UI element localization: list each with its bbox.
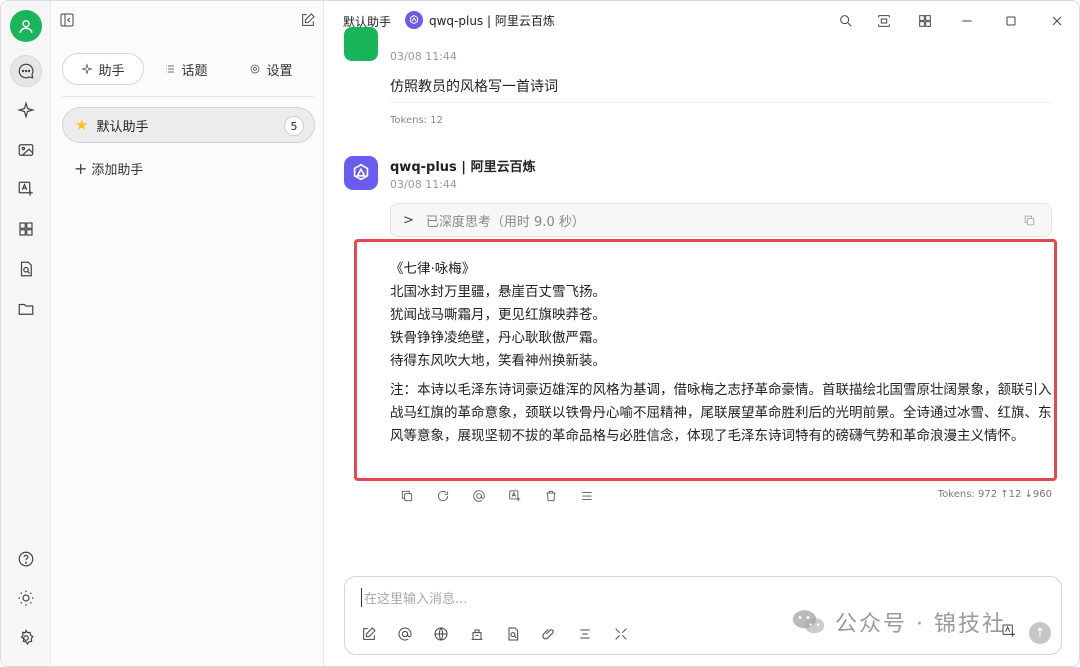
minimize-icon[interactable] [958,12,976,30]
sidebar-item-default-assistant[interactable]: ★ 默认助手 5 [62,107,315,143]
left-rail [1,1,51,666]
user-message-time: 03/08 11:44 [390,50,457,63]
gear-icon [251,64,260,74]
poem-block: 《七律·咏梅》 北国冰封万里疆，悬崖百丈雪飞扬。 犹闻战马嘶霜月，更见红旗映莽苍… [390,258,1050,373]
topic-count-badge: 5 [284,116,304,136]
collapse-sidebar-icon[interactable] [59,12,77,30]
file-search-icon[interactable] [503,624,522,643]
tab-label: 话题 [181,63,208,79]
message-input[interactable]: 在这里输入消息... [361,588,467,607]
new-chat-icon[interactable] [300,12,318,30]
send-button[interactable]: ↑ [1029,622,1051,644]
user-avatar[interactable] [10,10,42,42]
star-icon: ★ [75,116,89,134]
translate-icon[interactable] [10,173,42,205]
model-logo-icon [353,163,369,181]
copy-icon[interactable] [1023,214,1037,228]
tab-label: 设置 [266,63,293,79]
thinking-label: 已深度思考（用时 9.0 秒） [425,214,585,230]
translate-icon[interactable] [506,487,524,505]
user-message-text: 仿照教员的风格写一首诗词 [390,79,558,95]
list-icon [166,65,175,73]
poem-line: 待得东风吹大地，笑看神州换新装。 [390,353,606,369]
input-toolbar [359,624,630,643]
settings-icon[interactable] [10,622,42,654]
search-icon[interactable] [837,12,855,30]
model-logo-icon [405,11,423,29]
chat-header: 默认助手 qwq-plus | 阿里云百炼 [324,1,1079,41]
tab-assistant[interactable]: 助手 [62,53,144,85]
regenerate-icon[interactable] [434,487,452,505]
model-name: qwq-plus | 阿里云百炼 [429,13,555,28]
theme-icon[interactable] [10,582,42,614]
add-assistant-button[interactable]: + 添加助手 [74,159,143,178]
clear-icon[interactable] [575,624,594,643]
assistant-label: 默认助手 [96,119,149,135]
copy-icon[interactable] [398,487,416,505]
mention-icon[interactable] [470,487,488,505]
add-assistant-label: 添加助手 [91,163,144,178]
close-icon[interactable] [1048,12,1066,30]
mention-icon[interactable] [395,624,414,643]
chat-area: 03/08 11:44 仿照教员的风格写一首诗词 Tokens: 12 qwq-… [324,27,1079,666]
user-message-tokens: Tokens: 12 [390,115,443,126]
expand-icon[interactable] [611,624,630,643]
new-topic-icon[interactable] [359,624,378,643]
divider [62,96,314,97]
maximize-icon[interactable] [1002,12,1020,30]
grid-icon[interactable] [916,12,934,30]
poem-title: 《七律·咏梅》 [390,261,476,277]
message-actions [398,487,596,505]
bot-avatar [344,156,378,190]
tab-label: 助手 [98,63,125,79]
bot-message-time: 03/08 11:44 [390,178,457,191]
tab-topics[interactable]: 话题 [144,53,228,85]
help-icon[interactable] [10,543,42,575]
menu-icon[interactable] [578,487,596,505]
bot-name: qwq-plus | 阿里云百炼 [390,160,536,175]
knowledge-base-icon[interactable] [467,624,486,643]
globe-icon[interactable] [431,624,450,643]
watermark: 公众号 · 锦技社 [791,606,1006,638]
bot-message-tokens: Tokens: 972 ↑12 ↓960 [937,489,1052,500]
app-window: 助手 话题 设置 ★ 默认助手 5 + 添加助手 默认助手 qwq-plus |… [0,0,1080,667]
wechat-icon [792,610,825,634]
layout-icon[interactable] [875,12,893,30]
sidebar-tabs: 助手 话题 设置 [62,53,314,85]
sparkle-icon [81,63,94,75]
plus-icon: + [74,159,88,178]
thinking-toggle[interactable]: > 已深度思考（用时 9.0 秒） [390,203,1052,237]
apps-icon[interactable] [10,213,42,245]
model-selector[interactable]: qwq-plus | 阿里云百炼 [405,11,555,29]
poem-line: 铁骨铮铮凌绝壁，丹心耿耿傲严霜。 [390,330,606,346]
chat-icon[interactable] [10,55,42,87]
watermark-text: 公众号 · 锦技社 [835,612,1006,637]
chevron-right-icon: > [403,212,414,228]
user-message-avatar [344,27,378,61]
folder-icon[interactable] [10,293,42,325]
sparkle-icon[interactable] [10,94,42,126]
poem-line: 犹闻战马嘶霜月，更见红旗映莽苍。 [390,307,606,323]
file-search-icon[interactable] [10,253,42,285]
image-icon[interactable] [10,134,42,166]
poem-line: 北国冰封万里疆，悬崖百丈雪飞扬。 [390,284,606,300]
divider [390,102,1051,103]
tab-settings[interactable]: 设置 [228,53,314,85]
delete-icon[interactable] [542,487,560,505]
assistant-sidebar: 助手 话题 设置 ★ 默认助手 5 + 添加助手 [52,1,324,666]
poem-note: 注：本诗以毛泽东诗词豪迈雄浑的风格为基调，借咏梅之志抒革命豪情。首联描绘北国雪原… [390,382,1052,444]
attachment-icon[interactable] [539,624,558,643]
